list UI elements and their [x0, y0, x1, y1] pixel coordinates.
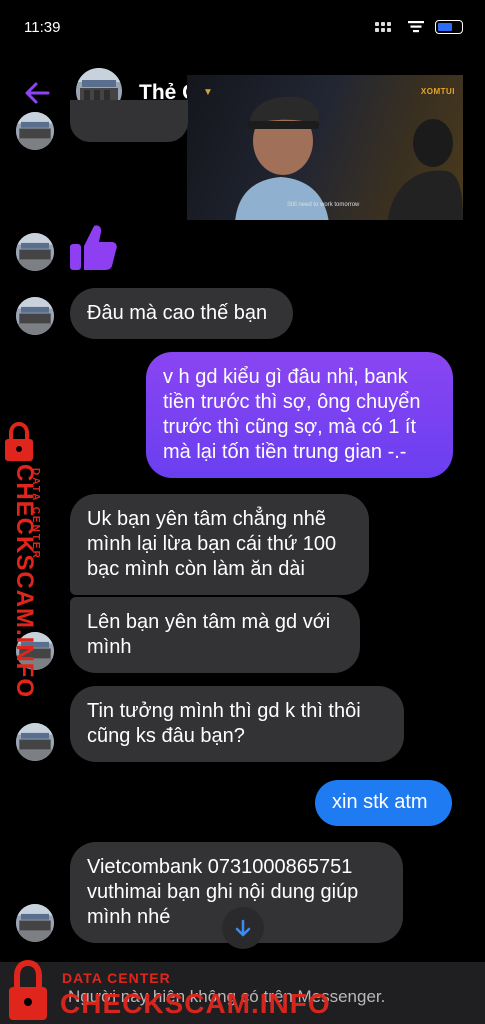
thumbs-up-icon[interactable] — [68, 222, 118, 272]
watermark-title: CHECKSCAM.INFO — [60, 988, 331, 1019]
message-text: Uk bạn yên tâm chẳng nhẽ — [87, 508, 327, 530]
status-time: 11:39 — [24, 19, 61, 36]
sender-avatar[interactable] — [16, 723, 54, 761]
message-text: Vietcombank 0731000865751 — [87, 856, 353, 878]
video-logo-left: ▼ — [203, 87, 213, 98]
arrow-left-icon[interactable] — [22, 78, 52, 108]
video-second-person — [387, 119, 463, 220]
watermark-side: CHECKSCAM.INFO DATA CENTER — [0, 420, 56, 698]
message-text: Tin tưởng mình thì gd k thì thôi — [87, 700, 361, 722]
scroll-to-bottom-button[interactable] — [222, 907, 264, 949]
status-icons — [375, 20, 463, 34]
arrow-down-icon — [235, 919, 251, 937]
message-bubble-incoming[interactable]: Lên bạn yên tâm mà gd với mình — [70, 597, 360, 673]
message-text: Đâu mà cao thế bạn — [87, 302, 268, 324]
lock-icon — [5, 422, 33, 461]
lock-icon — [9, 960, 47, 1020]
message-bubble-outgoing[interactable]: xin stk atm — [315, 780, 452, 826]
sender-avatar[interactable] — [16, 904, 54, 942]
message-bubble-incoming[interactable]: Tin tưởng mình thì gd k thì thôi cũng ks… — [70, 686, 404, 762]
status-bar: 11:39 — [0, 0, 485, 56]
message-text: vuthimai bạn ghi nội dung giúp — [87, 881, 359, 903]
video-subtitle: Still need to work tomorrow — [287, 202, 360, 208]
battery-icon — [435, 20, 463, 34]
message-text: tiền trước thì sợ, ông chuyển — [163, 391, 421, 413]
message-bubble-incoming[interactable]: Uk bạn yên tâm chẳng nhẽ mình lại lừa bạ… — [70, 494, 369, 595]
message-text: cũng ks đâu bạn? — [87, 725, 245, 747]
message-text: mình — [87, 636, 132, 658]
sender-avatar[interactable] — [16, 297, 54, 335]
message-text: mình lại lừa bạn cái thứ 100 — [87, 533, 337, 555]
message-text: trước thì cũng sợ, mà có 1 ít — [163, 416, 417, 438]
message-text: v h gd kiểu gì đâu nhỉ, bank — [163, 366, 408, 388]
watermark-subtitle: DATA CENTER — [62, 970, 171, 986]
pip-video-player[interactable]: ▼ XOMTUI Still need to work tomorrow — [187, 75, 463, 220]
message-bubble-incoming[interactable]: Đâu mà cao thế bạn — [70, 288, 293, 339]
message-text: mà lại tốn tiền trung gian -.- — [163, 441, 407, 463]
message-bubble-partial[interactable] — [70, 100, 188, 142]
video-person — [235, 96, 329, 220]
watermark-subtitle: DATA CENTER — [30, 468, 41, 560]
sender-avatar[interactable] — [16, 233, 54, 271]
wifi-icon — [408, 21, 424, 33]
message-text: xin stk atm — [332, 791, 428, 813]
message-text: Lên bạn yên tâm mà gd với — [87, 611, 331, 633]
message-text: bạc mình còn làm ăn dài — [87, 558, 305, 580]
message-bubble-outgoing[interactable]: v h gd kiểu gì đâu nhỉ, bank tiền trước … — [146, 352, 453, 478]
video-logo-right: XOMTUI — [420, 87, 455, 96]
sender-avatar[interactable] — [16, 112, 54, 150]
signal-icon — [375, 20, 397, 34]
